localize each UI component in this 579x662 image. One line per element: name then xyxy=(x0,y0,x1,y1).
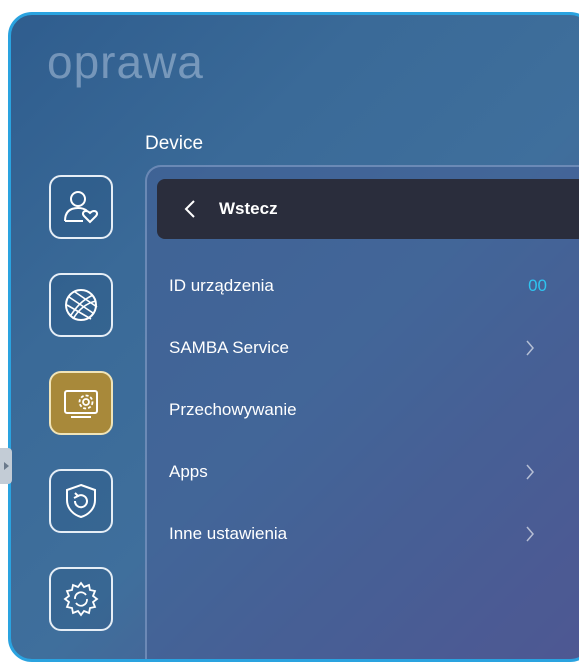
menu-item-storage[interactable]: Przechowywanie xyxy=(147,385,567,435)
gear-refresh-icon xyxy=(63,581,99,617)
sidebar-item-network[interactable] xyxy=(49,273,113,337)
chevron-right-icon xyxy=(526,464,534,480)
settings-panel: Wstecz ID urządzenia 00 SAMBA Service Pr… xyxy=(145,165,579,659)
sidebar-expand-tab[interactable] xyxy=(0,448,12,484)
device-settings-icon xyxy=(64,390,98,418)
menu-item-apps[interactable]: Apps xyxy=(147,447,567,497)
chevron-right-icon xyxy=(526,340,534,356)
menu-item-label: ID urządzenia xyxy=(169,276,274,295)
user-heart-icon xyxy=(64,191,99,224)
back-button[interactable]: Wstecz xyxy=(157,179,579,239)
menu-item-samba-service[interactable]: SAMBA Service xyxy=(147,323,567,373)
menu-item-label: Przechowywanie xyxy=(169,400,297,419)
globe-icon xyxy=(65,289,98,321)
menu-item-other-settings[interactable]: Inne ustawienia xyxy=(147,509,567,559)
sidebar-item-security[interactable] xyxy=(49,469,113,533)
menu-item-label: Apps xyxy=(169,462,208,481)
sidebar-item-user[interactable] xyxy=(49,175,113,239)
tv-screen: oprawa Device Wstecz ID urządzenia 00 SA… xyxy=(8,12,579,662)
sidebar-item-device[interactable] xyxy=(49,371,113,435)
section-title: Device xyxy=(145,133,204,154)
device-id-value: 00 xyxy=(528,276,547,295)
caret-right-icon xyxy=(4,462,9,470)
menu-item-device-id[interactable]: ID urządzenia 00 xyxy=(147,261,567,311)
page-title: oprawa xyxy=(47,36,204,88)
chevron-right-icon xyxy=(526,526,534,542)
back-label: Wstecz xyxy=(219,199,278,218)
chevron-left-icon xyxy=(184,200,195,218)
menu-item-label: SAMBA Service xyxy=(169,338,289,357)
shield-restore-icon xyxy=(66,483,96,519)
sidebar-item-system[interactable] xyxy=(49,567,113,631)
menu-item-label: Inne ustawienia xyxy=(169,524,288,543)
